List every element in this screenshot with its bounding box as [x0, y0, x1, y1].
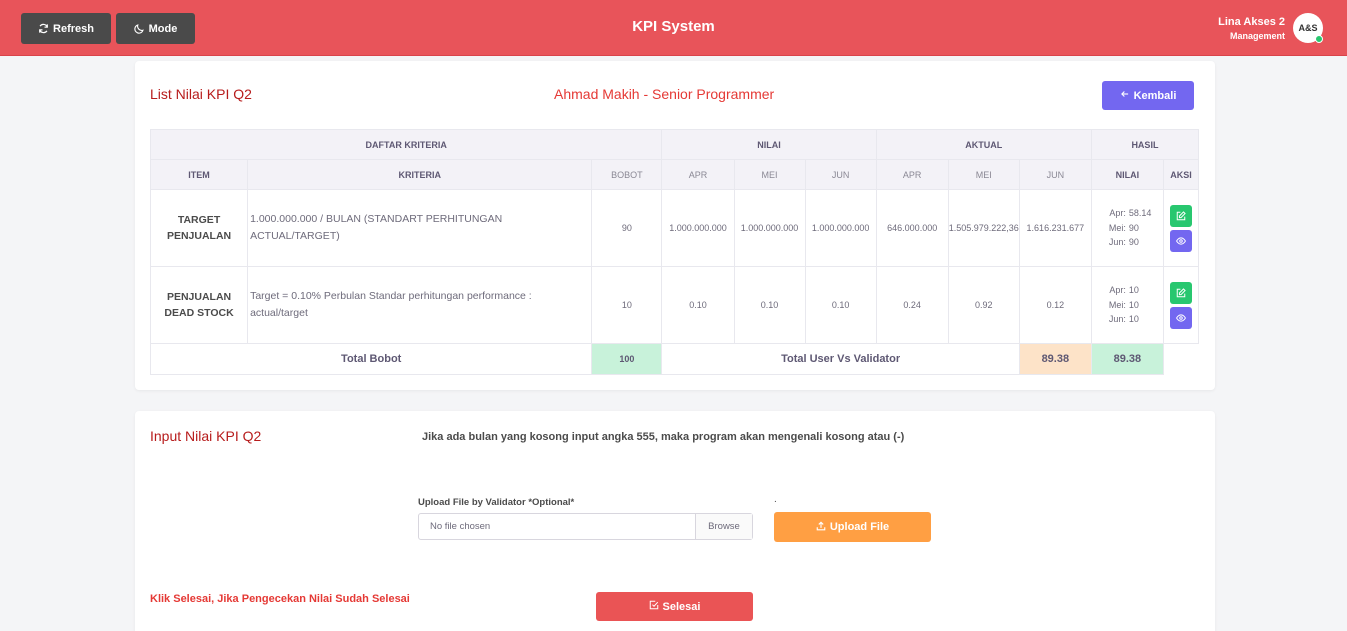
- online-status-dot: [1315, 35, 1323, 43]
- upload-file-label: Upload File: [829, 521, 890, 533]
- user-role: Management: [1229, 31, 1285, 41]
- row-aktual-apr: 646.000.000: [875, 189, 949, 267]
- total-validator-value: 89.38: [1090, 343, 1164, 375]
- view-button[interactable]: [1169, 306, 1192, 329]
- total-bobot-label: Total Bobot: [149, 343, 593, 375]
- row-kriteria: 1.000.000.000 / BULAN (STANDART PERHITUN…: [247, 189, 593, 267]
- hasil-value: 90: [1128, 237, 1139, 248]
- row-nilai-apr: 1.000.000.000: [661, 189, 735, 267]
- row-nilai-jun: 0.10: [804, 266, 877, 344]
- row-nilai-mei: 1.000.000.000: [733, 189, 806, 267]
- totals-row: Total Bobot 100 Total User Vs Validator …: [149, 343, 1199, 375]
- hasil-value: 10: [1128, 285, 1139, 296]
- row-nilai-apr: 0.10: [661, 266, 735, 344]
- employee-name: Ahmad Makih - Senior Programmer: [554, 86, 775, 102]
- total-user-value: 89.38: [1018, 343, 1092, 375]
- edit-icon: [1176, 210, 1186, 220]
- upload-file-button[interactable]: Upload File: [774, 512, 931, 542]
- col-header-aktual-jun: JUN: [1018, 159, 1092, 190]
- file-input[interactable]: No file chosen Browse: [418, 513, 753, 540]
- browse-button[interactable]: Browse: [695, 514, 752, 539]
- file-placeholder: No file chosen: [430, 521, 491, 532]
- selesai-note: Klik Selesai, Jika Pengecekan Nilai Suda…: [150, 593, 410, 605]
- table-row: TARGET PENJUALAN 1.000.000.000 / BULAN (…: [149, 189, 1200, 267]
- hasil-label: Mei:: [1108, 222, 1126, 233]
- empty-cell: [1163, 343, 1199, 375]
- group-header-criteria: DAFTAR KRITERIA: [149, 129, 663, 160]
- row-bobot: 90: [591, 189, 663, 267]
- col-header-nilai-mei: MEI: [733, 159, 806, 190]
- hasil-label: Apr:: [1109, 285, 1126, 296]
- arrow-left-icon: [1120, 89, 1130, 102]
- row-aktual-mei: 0.92: [947, 266, 1020, 344]
- view-button[interactable]: [1169, 229, 1192, 252]
- col-header-aktual-mei: MEI: [947, 159, 1020, 190]
- back-label: Kembali: [1133, 89, 1177, 102]
- group-header-nilai: NILAI: [661, 129, 877, 160]
- row-nilai-mei: 0.10: [733, 266, 806, 344]
- selesai-label: Selesai: [662, 600, 701, 613]
- row-aktual-jun: 0.12: [1018, 266, 1092, 344]
- col-header-hasil-nilai: NILAI: [1090, 159, 1164, 190]
- eye-icon: [1176, 313, 1186, 322]
- total-compare-label: Total User Vs Validator: [661, 343, 1020, 375]
- group-header-aktual: AKTUAL: [875, 129, 1092, 160]
- col-header-item: ITEM: [149, 159, 249, 190]
- kpi-input-title: Input Nilai KPI Q2: [150, 428, 262, 444]
- kpi-list-title: List Nilai KPI Q2: [150, 86, 252, 102]
- hasil-value: 10: [1128, 314, 1139, 325]
- user-name[interactable]: Lina Akses 2: [1218, 16, 1285, 28]
- row-aktual-apr: 0.24: [875, 266, 949, 344]
- check-square-icon: [649, 600, 659, 613]
- hasil-label: Jun:: [1108, 237, 1126, 248]
- col-header-kriteria: KRITERIA: [247, 159, 593, 190]
- row-kriteria: Target = 0.10% Perbulan Standar perhitun…: [247, 266, 593, 344]
- col-header-bobot: BOBOT: [591, 159, 663, 190]
- input-note: Jika ada bulan yang kosong input angka 5…: [422, 431, 905, 443]
- row-bobot: 10: [591, 266, 663, 344]
- col-header-aksi: AKSI: [1162, 159, 1200, 190]
- hasil-value: 90: [1128, 222, 1139, 233]
- app-title: KPI System: [632, 18, 715, 35]
- edit-button[interactable]: [1169, 281, 1192, 304]
- row-item: TARGET PENJUALAN: [149, 189, 249, 267]
- back-button[interactable]: Kembali: [1102, 81, 1194, 110]
- hasil-label: Apr:: [1109, 208, 1126, 219]
- row-aksi: [1162, 189, 1200, 267]
- upload-icon: [816, 520, 826, 534]
- col-header-aktual-apr: APR: [875, 159, 949, 190]
- row-nilai-jun: 1.000.000.000: [804, 189, 877, 267]
- dot-label: .: [774, 494, 777, 505]
- hasil-value: 58.14: [1128, 208, 1152, 219]
- edit-button[interactable]: [1169, 204, 1192, 227]
- row-hasil: Apr: 58.14 Mei: 90 Jun: 90: [1090, 189, 1164, 267]
- top-bar: Refresh Mode KPI System Lina Akses 2 Man…: [0, 0, 1347, 56]
- row-hasil: Apr: 10 Mei: 10 Jun: 10: [1090, 266, 1164, 344]
- group-header-hasil: HASIL: [1090, 129, 1200, 160]
- hasil-label: Mei:: [1108, 299, 1126, 310]
- hasil-label: Jun:: [1108, 314, 1126, 325]
- upload-label: Upload File by Validator *Optional*: [418, 497, 575, 508]
- table-row: PENJUALAN DEAD STOCK Target = 0.10% Perb…: [149, 266, 1200, 344]
- col-header-nilai-jun: JUN: [804, 159, 877, 190]
- total-bobot-value: 100: [591, 343, 663, 375]
- row-aktual-jun: 1.616.231.677: [1018, 189, 1092, 267]
- hasil-value: 10: [1128, 299, 1139, 310]
- selesai-button[interactable]: Selesai: [596, 592, 753, 621]
- row-aktual-mei: 1.505.979.222,36: [947, 189, 1020, 267]
- row-item: PENJUALAN DEAD STOCK: [149, 266, 249, 344]
- eye-icon: [1176, 236, 1186, 245]
- row-aksi: [1162, 266, 1200, 344]
- col-header-nilai-apr: APR: [661, 159, 735, 190]
- edit-icon: [1176, 287, 1186, 297]
- kpi-table: DAFTAR KRITERIA NILAI AKTUAL HASIL ITEM …: [149, 129, 1200, 375]
